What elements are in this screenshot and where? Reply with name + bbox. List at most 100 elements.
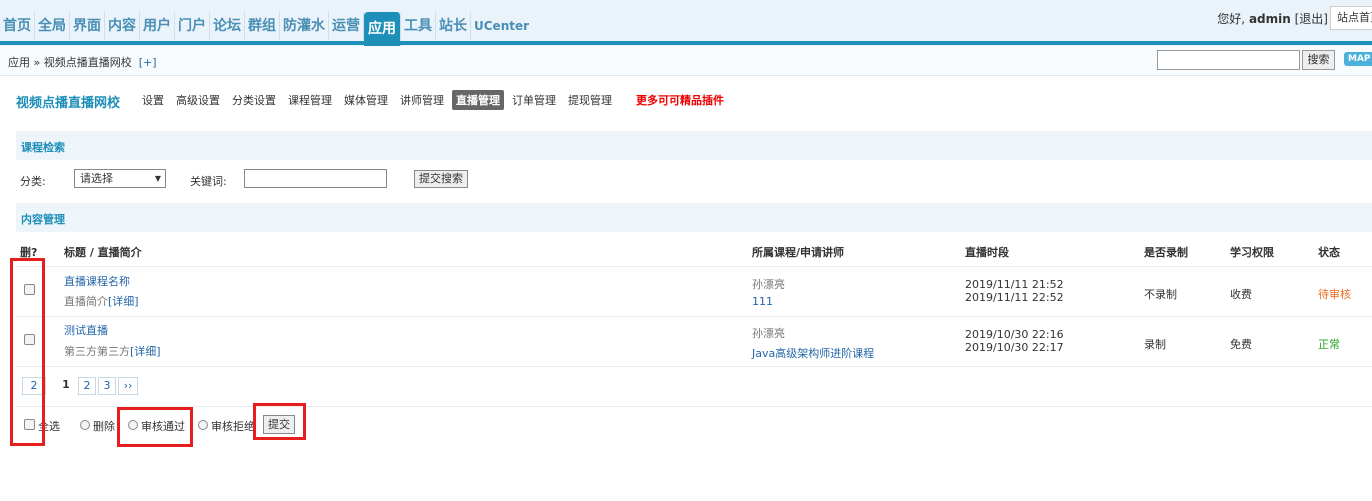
detail-link[interactable]: [详细] bbox=[130, 345, 161, 358]
submenu-settings[interactable]: 设置 bbox=[138, 90, 168, 110]
nav-item-global[interactable]: 全局 bbox=[35, 12, 70, 40]
submenu-advanced-settings[interactable]: 高级设置 bbox=[172, 90, 224, 110]
breadcrumb-app[interactable]: 应用 bbox=[8, 56, 30, 69]
nav-item-antispam[interactable]: 防灌水 bbox=[280, 12, 329, 40]
course-link[interactable]: 111 bbox=[752, 295, 773, 308]
submenu-order-management[interactable]: 订单管理 bbox=[508, 90, 560, 110]
next-page-link[interactable]: ›› bbox=[118, 377, 138, 395]
approve-label: 审核通过 bbox=[141, 420, 185, 433]
live-intro-text: 第三方第三方 bbox=[64, 345, 130, 358]
submenu-course-management[interactable]: 课程管理 bbox=[284, 90, 336, 110]
approve-radio[interactable] bbox=[128, 420, 138, 430]
top-header: 首页 全局 界面 内容 用户 门户 论坛 群组 防灌水 运营 应用 工具 站长 … bbox=[0, 0, 1372, 46]
column-header-permission: 学习权限 bbox=[1230, 246, 1274, 259]
live-intro: 直播简介[详细] bbox=[64, 293, 139, 309]
live-title-link[interactable]: 测试直播 bbox=[64, 322, 108, 338]
nav-item-interface[interactable]: 界面 bbox=[70, 12, 105, 40]
row-divider bbox=[16, 406, 1372, 407]
teacher-name: 孙漂亮 bbox=[752, 278, 785, 291]
row-divider bbox=[16, 266, 1372, 267]
recording-value: 不录制 bbox=[1144, 288, 1177, 301]
delete-label: 删除 bbox=[93, 420, 115, 433]
nav-item-home[interactable]: 首页 bbox=[0, 12, 35, 40]
main-nav: 首页 全局 界面 内容 用户 门户 论坛 群组 防灌水 运营 应用 工具 站长 … bbox=[0, 12, 532, 46]
page-jump-input[interactable]: 2 bbox=[22, 377, 46, 395]
breadcrumb-separator: » bbox=[33, 56, 41, 69]
submenu-media-management[interactable]: 媒体管理 bbox=[340, 90, 392, 110]
live-title-link[interactable]: 直播课程名称 bbox=[64, 273, 130, 289]
site-home-button[interactable]: 站点首页 bbox=[1330, 6, 1372, 30]
submit-search-button[interactable]: 提交搜索 bbox=[414, 170, 468, 188]
live-end-time: 2019/11/11 22:52 bbox=[965, 291, 1064, 304]
live-intro: 第三方第三方[详细] bbox=[64, 343, 161, 359]
select-all-label: 全选 bbox=[38, 420, 60, 433]
category-label: 分类: bbox=[20, 175, 46, 188]
column-header-live-period: 直播时段 bbox=[965, 246, 1009, 259]
page-link-2[interactable]: 2 bbox=[78, 377, 96, 395]
live-end-time: 2019/10/30 22:17 bbox=[965, 341, 1064, 354]
reject-label: 审核拒绝 bbox=[211, 420, 255, 433]
breadcrumb: 应用 » 视频点播直播网校 [+] bbox=[8, 54, 157, 70]
username: admin bbox=[1248, 12, 1291, 26]
page-link-3[interactable]: 3 bbox=[98, 377, 116, 395]
row-delete-checkbox[interactable] bbox=[24, 284, 35, 295]
breadcrumb-bar: 应用 » 视频点播直播网校 [+] 搜索 MAP bbox=[0, 46, 1372, 76]
nav-item-portal[interactable]: 门户 bbox=[175, 12, 210, 40]
column-header-status: 状态 bbox=[1318, 246, 1340, 259]
map-button[interactable]: MAP bbox=[1344, 52, 1372, 66]
row-delete-checkbox[interactable] bbox=[24, 334, 35, 345]
recording-value: 录制 bbox=[1144, 338, 1166, 351]
breadcrumb-current: 视频点播直播网校 bbox=[43, 56, 132, 69]
submenu-live-management[interactable]: 直播管理 bbox=[452, 90, 504, 110]
more-plugins-link[interactable]: 更多可可精品插件 bbox=[632, 90, 728, 110]
permission-value: 免费 bbox=[1230, 338, 1252, 351]
nav-item-content[interactable]: 内容 bbox=[105, 12, 140, 40]
nav-item-forum[interactable]: 论坛 bbox=[210, 12, 245, 40]
live-intro-text: 直播简介 bbox=[64, 295, 108, 308]
column-header-delete: 删? bbox=[20, 246, 38, 259]
chevron-down-icon: ▼ bbox=[154, 174, 161, 183]
nav-item-webmaster[interactable]: 站长 bbox=[436, 12, 471, 40]
course-link[interactable]: Java高级架构师进阶课程 bbox=[752, 345, 874, 361]
top-search-button[interactable]: 搜索 bbox=[1302, 50, 1335, 70]
submenu-withdraw-management[interactable]: 提现管理 bbox=[564, 90, 616, 110]
nav-item-operations[interactable]: 运营 bbox=[329, 12, 364, 40]
logout-link[interactable]: [退出] bbox=[1295, 12, 1328, 26]
page-current: 1 bbox=[58, 377, 74, 395]
nav-item-tools[interactable]: 工具 bbox=[401, 12, 436, 40]
permission-value: 收费 bbox=[1230, 288, 1252, 301]
nav-item-ucenter[interactable]: UCenter bbox=[471, 12, 532, 40]
column-header-recording: 是否录制 bbox=[1144, 246, 1188, 259]
submenu-category-settings[interactable]: 分类设置 bbox=[228, 90, 280, 110]
keyword-label: 关键词: bbox=[190, 175, 227, 188]
status-badge: 待审核 bbox=[1318, 288, 1351, 301]
nav-item-groups[interactable]: 群组 bbox=[245, 12, 280, 40]
add-shortcut-link[interactable]: [+] bbox=[139, 56, 157, 69]
category-select-value: 请选择 bbox=[80, 172, 113, 185]
keyword-input[interactable] bbox=[244, 169, 387, 188]
content-section-header: 内容管理 bbox=[16, 203, 1372, 232]
header-stripe bbox=[0, 41, 1372, 45]
detail-link[interactable]: [详细] bbox=[108, 295, 139, 308]
submenu-teacher-management[interactable]: 讲师管理 bbox=[396, 90, 448, 110]
category-select[interactable]: 请选择 ▼ bbox=[74, 169, 166, 188]
select-all-checkbox[interactable] bbox=[24, 419, 35, 430]
search-section-title: 课程检索 bbox=[21, 141, 65, 154]
teacher-name: 孙漂亮 bbox=[752, 327, 785, 340]
live-start-time: 2019/11/11 21:52 bbox=[965, 278, 1064, 291]
delete-radio[interactable] bbox=[80, 420, 90, 430]
live-start-time: 2019/10/30 22:16 bbox=[965, 328, 1064, 341]
top-search-input[interactable] bbox=[1157, 50, 1300, 70]
plugin-title: 视频点播直播网校 bbox=[16, 96, 121, 111]
row-divider bbox=[16, 366, 1372, 367]
status-badge: 正常 bbox=[1318, 338, 1340, 351]
user-info: 您好, admin [退出] bbox=[1217, 10, 1328, 27]
nav-item-users[interactable]: 用户 bbox=[140, 12, 175, 40]
row-divider bbox=[16, 316, 1372, 317]
greeting: 您好, bbox=[1217, 12, 1246, 26]
plugin-submenu: 设置 高级设置 分类设置 课程管理 媒体管理 讲师管理 直播管理 订单管理 提现… bbox=[138, 90, 732, 110]
search-section-header: 课程检索 bbox=[16, 131, 1372, 160]
submit-button[interactable]: 提交 bbox=[263, 415, 295, 434]
column-header-title: 标题 / 直播简介 bbox=[64, 246, 142, 259]
reject-radio[interactable] bbox=[198, 420, 208, 430]
